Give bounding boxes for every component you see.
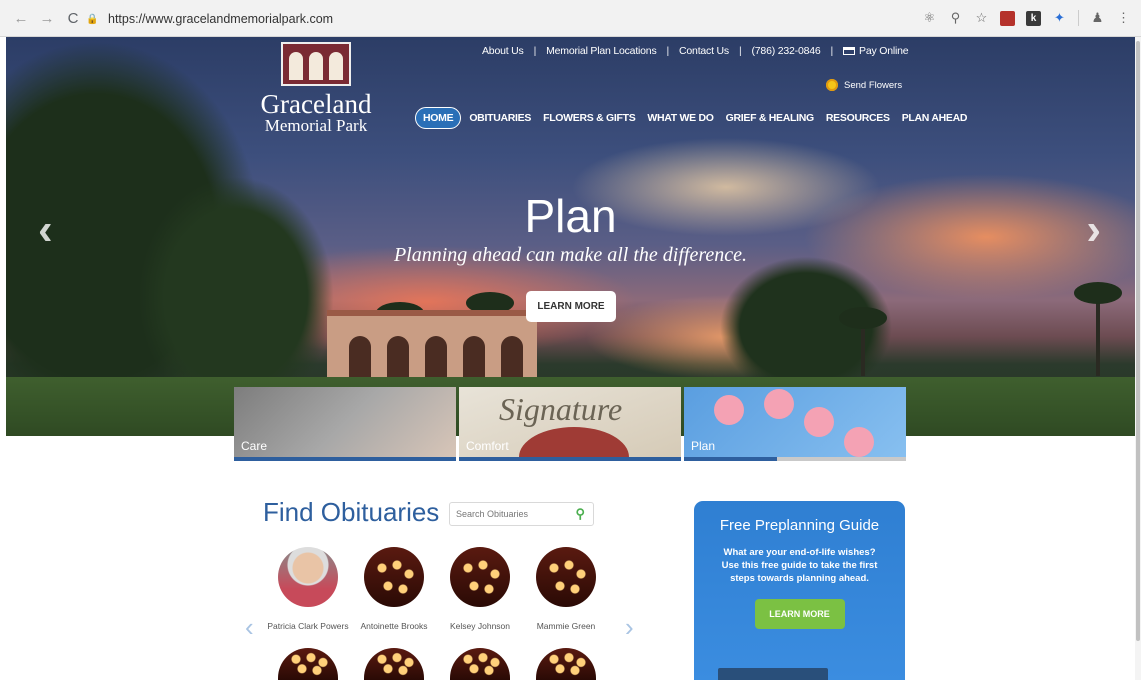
phone-link[interactable]: (786) 232-0846: [752, 45, 821, 57]
flower-icon: [826, 79, 838, 91]
candles-photo: [450, 648, 510, 680]
obituary-row: [270, 648, 604, 680]
url-text[interactable]: https://www.gracelandmemorialpark.com: [108, 12, 333, 26]
site-logo[interactable]: Graceland Memorial Park: [246, 42, 386, 134]
forward-icon[interactable]: →: [36, 7, 58, 29]
tile-label: Care: [241, 439, 268, 453]
obituary-next-icon[interactable]: ›: [625, 612, 634, 643]
obituary-card[interactable]: Antoinette Brooks: [356, 547, 432, 631]
dropbox-icon[interactable]: ✦: [1052, 10, 1067, 26]
nav-flowers-gifts[interactable]: FLOWERS & GIFTS: [537, 108, 641, 128]
palm-tree: [839, 307, 887, 376]
memorial-plan-locations-link[interactable]: Memorial Plan Locations: [546, 45, 657, 57]
obituary-name[interactable]: Kelsey Johnson: [436, 621, 524, 631]
translate-icon[interactable]: ⚛: [922, 10, 937, 26]
top-links: About Us | Memorial Plan Locations | Con…: [482, 45, 909, 57]
logo-subtitle: Memorial Park: [264, 116, 368, 135]
candles-photo: [536, 547, 596, 607]
address-bar[interactable]: 🔒 https://www.gracelandmemorialpark.com: [86, 8, 886, 30]
zoom-icon[interactable]: ⚲: [948, 10, 963, 26]
send-flowers-link[interactable]: Send Flowers: [826, 79, 902, 91]
tile-plan[interactable]: Plan: [684, 387, 906, 461]
nav-grief-healing[interactable]: GRIEF & HEALING: [720, 108, 820, 128]
star-icon[interactable]: ☆: [974, 10, 989, 26]
candles-photo: [364, 547, 424, 607]
hero-banner: Graceland Memorial Park About Us | Memor…: [6, 37, 1135, 436]
obituary-card[interactable]: Mammie Green: [528, 547, 604, 631]
toolbar-divider: [1078, 10, 1079, 26]
candles-photo: [536, 648, 596, 680]
reload-icon[interactable]: C: [62, 7, 84, 29]
nav-resources[interactable]: RESOURCES: [820, 108, 896, 128]
guide-learn-more-button[interactable]: LEARN MORE: [754, 599, 845, 629]
candles-photo: [450, 547, 510, 607]
obituary-name[interactable]: Antoinette Brooks: [350, 621, 438, 631]
tile-bar: [234, 457, 456, 461]
search-icon[interactable]: ⚲: [575, 506, 585, 522]
tile-care[interactable]: Care: [234, 387, 456, 461]
hero-learn-more-button[interactable]: LEARN MORE: [526, 291, 616, 322]
palm-tree: [1074, 282, 1122, 376]
logo-name: Graceland: [260, 89, 372, 119]
back-icon[interactable]: ←: [10, 7, 32, 29]
hero-title: Plan: [524, 190, 617, 242]
preplanning-guide-card: Free Preplanning Guide What are your end…: [694, 501, 905, 680]
wax-seal-image: [519, 427, 629, 461]
obituary-search-input[interactable]: Search Obituaries ⚲: [449, 502, 594, 526]
send-flowers-label: Send Flowers: [844, 79, 903, 91]
lock-icon: 🔒: [86, 13, 99, 25]
tile-label: Comfort: [466, 439, 509, 453]
obituary-card[interactable]: [270, 648, 346, 680]
obituary-photo: [278, 547, 338, 607]
tile-bar: [684, 457, 906, 461]
nav-home[interactable]: HOME: [415, 107, 462, 129]
credit-card-icon: [843, 47, 856, 55]
scrollbar[interactable]: [1135, 37, 1141, 680]
obituary-card[interactable]: [442, 648, 518, 680]
obituary-name[interactable]: Patricia Clark Powers: [264, 621, 352, 631]
browser-extensions: ⚛ ⚲ ☆ k ✦ ♟ ⋮: [922, 7, 1141, 29]
tile-comfort[interactable]: Signature Comfort: [459, 387, 681, 461]
obituary-card[interactable]: [356, 648, 432, 680]
menu-icon[interactable]: ⋮: [1116, 10, 1131, 26]
obituary-name[interactable]: Mammie Green: [522, 621, 610, 631]
contact-us-link[interactable]: Contact Us: [679, 45, 729, 57]
profile-icon[interactable]: ♟: [1090, 10, 1105, 26]
nav-obituaries[interactable]: OBITUARIES: [463, 108, 537, 128]
tile-bar: [459, 457, 681, 461]
obituary-prev-icon[interactable]: ‹: [245, 612, 254, 643]
nav-what-we-do[interactable]: WHAT WE DO: [641, 108, 719, 128]
guide-book-image: [718, 668, 828, 680]
find-obituaries-heading: Find Obituaries: [263, 497, 440, 527]
obituary-card[interactable]: Patricia Clark Powers: [267, 547, 349, 631]
main-nav: HOME OBITUARIES FLOWERS & GIFTS WHAT WE …: [415, 107, 973, 129]
scrollbar-thumb[interactable]: [1136, 41, 1140, 641]
pdf-icon[interactable]: [1000, 10, 1015, 26]
obituary-card[interactable]: Kelsey Johnson: [442, 547, 518, 631]
obituary-card[interactable]: [528, 648, 604, 680]
hero-subtitle: Planning ahead can make all the differen…: [393, 244, 748, 266]
obituary-row: Patricia Clark Powers Antoinette Brooks …: [267, 547, 604, 631]
logo-icon: [281, 42, 351, 86]
feature-tiles: Care Signature Comfort Plan: [234, 387, 906, 461]
search-placeholder: Search Obituaries: [456, 509, 529, 519]
k-icon[interactable]: k: [1026, 10, 1041, 26]
nav-plan-ahead[interactable]: PLAN AHEAD: [896, 108, 973, 128]
pay-online-link[interactable]: Pay Online: [859, 45, 909, 57]
about-us-link[interactable]: About Us: [482, 45, 524, 57]
guide-text: What are your end-of-life wishes? Use th…: [721, 547, 878, 584]
browser-toolbar: ← → C 🔒 https://www.gracelandmemorialpar…: [0, 0, 1141, 37]
signature-script: Signature: [499, 391, 623, 427]
tile-label: Plan: [691, 439, 716, 453]
candles-photo: [278, 648, 338, 680]
mausoleum-building: [327, 310, 537, 386]
guide-title: Free Preplanning Guide: [719, 517, 880, 534]
candles-photo: [364, 648, 424, 680]
